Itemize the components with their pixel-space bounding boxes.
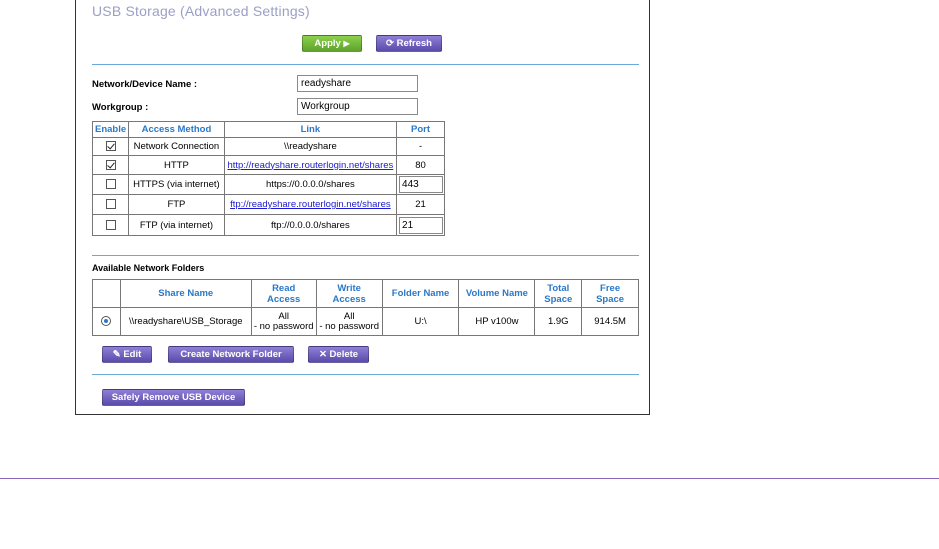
access-method: HTTPS (via internet) (128, 174, 225, 195)
network-folders-table: Share Name Read Access Write Access Folder… (92, 279, 639, 336)
col-volume-name: Volume Name (458, 279, 536, 308)
divider (92, 255, 639, 256)
divider (92, 374, 639, 375)
col-free-space: Free Space (581, 279, 639, 308)
access-method: FTP (128, 194, 225, 215)
folder-select-radio[interactable] (101, 316, 112, 327)
play-arrow-icon: ▶ (343, 39, 350, 48)
free-space: 914.5M (581, 307, 639, 336)
delete-button[interactable]: ✕ Delete (308, 346, 369, 363)
ftp-internet-port-input[interactable] (399, 216, 444, 234)
usb-storage-panel: USB Storage (Advanced Settings) Apply ▶ … (75, 0, 650, 415)
available-folders-label: Available Network Folders (92, 263, 205, 273)
apply-button[interactable]: Apply ▶ (302, 35, 362, 52)
enable-checkbox-network-connection[interactable] (105, 141, 116, 152)
access-row-https: HTTPS (via internet) https://0.0.0.0/sha… (91, 174, 445, 195)
create-network-folder-button[interactable]: Create Network Folder (168, 346, 294, 363)
http-link[interactable]: http://readyshare.routerlogin.net/shares (227, 160, 393, 171)
col-access-method: Access Method (128, 121, 225, 138)
remove-label: Safely Remove USB Device (111, 392, 236, 403)
access-row-network-connection: Network Connection \\readyshare - (91, 137, 445, 156)
access-port: - (396, 137, 445, 156)
device-name-label: Network/Device Name : (92, 79, 198, 90)
ftp-link[interactable]: ftp://readyshare.routerlogin.net/shares (230, 199, 391, 210)
col-write-access: Write Access (315, 279, 383, 308)
read-access: All - no password (250, 307, 317, 336)
apply-label: Apply (314, 38, 341, 49)
footer-rule (0, 478, 939, 479)
folder-name: U:\ (381, 307, 460, 336)
workgroup-input[interactable] (297, 98, 418, 115)
col-share-name: Share Name (119, 279, 252, 308)
col-total-space: Total Space (534, 279, 583, 308)
write-access: All - no password (315, 307, 383, 336)
device-name-input[interactable] (297, 75, 418, 92)
enable-checkbox-ftp[interactable] (105, 199, 116, 210)
share-name: \\readyshare\USB_Storage (119, 307, 252, 336)
access-method-table: Enable Access Method Link Port Network C… (91, 121, 445, 236)
volume-name: HP v100w (458, 307, 536, 336)
col-read-access: Read Access (250, 279, 317, 308)
access-method: FTP (via internet) (128, 214, 225, 236)
access-row-ftp-internet: FTP (via internet) ftp://0.0.0.0/shares (91, 214, 445, 236)
col-folder-name: Folder Name (381, 279, 460, 308)
x-icon: ✕ (318, 349, 327, 360)
workgroup-label: Workgroup : (92, 102, 149, 113)
access-link: ftp://0.0.0.0/shares (223, 214, 398, 236)
access-port: 21 (396, 194, 445, 215)
pencil-icon: ✎ (112, 349, 121, 360)
refresh-icon: ⟳ (386, 38, 394, 49)
enable-checkbox-https[interactable] (105, 179, 116, 190)
access-method: HTTP (128, 155, 225, 175)
create-label: Create Network Folder (180, 349, 282, 360)
edit-label: Edit (123, 349, 142, 360)
divider (92, 64, 639, 65)
access-link: https://0.0.0.0/shares (223, 174, 398, 195)
access-method: Network Connection (128, 137, 225, 156)
col-link: Link (223, 121, 398, 138)
page-title: USB Storage (Advanced Settings) (92, 3, 310, 19)
col-port: Port (396, 121, 445, 138)
safely-remove-usb-button[interactable]: Safely Remove USB Device (102, 389, 245, 406)
enable-checkbox-http[interactable] (105, 159, 116, 170)
access-port: 80 (396, 155, 445, 175)
table-row: \\readyshare\USB_Storage All - no passwor… (92, 307, 639, 336)
access-row-ftp: FTP ftp://readyshare.routerlogin.net/sha… (91, 194, 445, 215)
access-table-header: Enable Access Method Link Port (91, 121, 445, 138)
delete-label: Delete (329, 349, 359, 360)
refresh-button[interactable]: ⟳ Refresh (376, 35, 442, 52)
access-link: \\readyshare (223, 137, 398, 156)
https-port-input[interactable] (399, 176, 444, 193)
col-enable: Enable (91, 121, 130, 138)
folders-table-header: Share Name Read Access Write Access Folder… (92, 279, 639, 308)
edit-button[interactable]: ✎ Edit (102, 346, 152, 363)
enable-checkbox-ftp-internet[interactable] (105, 219, 116, 230)
total-space: 1.9G (534, 307, 583, 336)
refresh-label: Refresh (396, 38, 432, 49)
access-row-http: HTTP http://readyshare.routerlogin.net/s… (91, 155, 445, 175)
